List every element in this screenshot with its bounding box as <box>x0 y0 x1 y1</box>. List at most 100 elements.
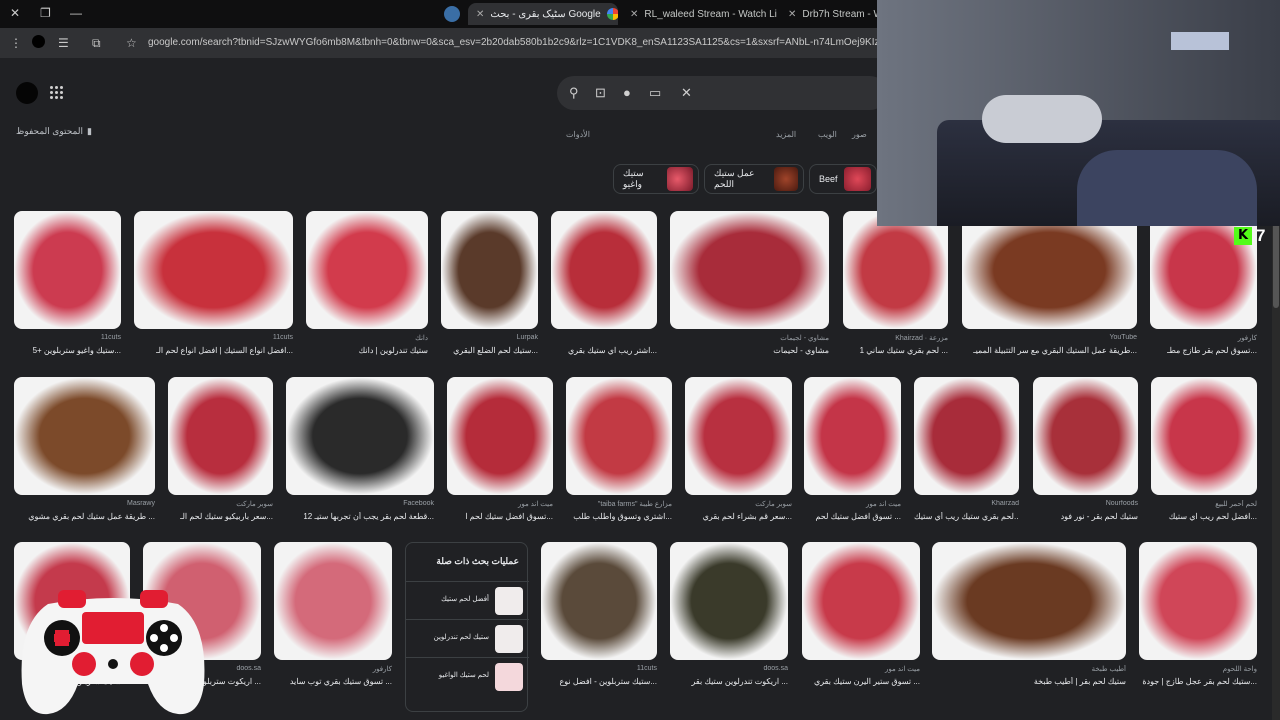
image-result-caption[interactable]: طريقة عمل ستيك لحم بقري مشوي ... <box>14 512 155 521</box>
image-result-thumbnail[interactable] <box>1139 542 1257 660</box>
image-result-source[interactable]: Khairzad <box>914 500 1019 507</box>
image-result-source[interactable]: Masrawy <box>14 500 155 507</box>
search-icon[interactable]: ⚲ <box>569 85 579 101</box>
image-result-source[interactable]: كارفور <box>274 665 392 673</box>
image-result-caption[interactable]: ستيك لحم بقر - نور فود <box>1033 512 1138 521</box>
image-result-caption[interactable]: سعر باربيكيو ستيك لحم الـ... <box>168 512 273 521</box>
image-result-source[interactable]: سوبر ماركت <box>168 500 273 508</box>
image-result-thumbnail[interactable] <box>914 377 1019 495</box>
image-result-caption[interactable]: سعر قم بشراء لحم بقري... <box>685 512 792 521</box>
filter-more[interactable]: المزيد <box>776 130 796 139</box>
image-result-caption[interactable]: مشاوي - لحيمات <box>670 346 829 355</box>
image-result-thumbnail[interactable] <box>286 377 434 495</box>
image-result-caption[interactable]: لحم بقري ستيك ساني 1 ... <box>843 346 948 355</box>
image-result-thumbnail[interactable] <box>962 211 1137 329</box>
filter-web[interactable]: الويب <box>818 130 837 139</box>
minimize-window-icon[interactable]: — <box>70 6 82 20</box>
image-result-caption[interactable]: 12 قطعة لحم بقر يجب أن تجربها ستيـ... <box>286 512 434 521</box>
related-search-item[interactable]: ستيك لحم تندرلوين <box>406 619 529 657</box>
image-result-source[interactable]: YouTube <box>962 334 1137 341</box>
image-result-caption[interactable]: تسوق ستير اليرن ستيك بقري ... <box>802 677 920 686</box>
tab-search-button[interactable] <box>444 6 460 22</box>
filter-images[interactable]: صور <box>852 130 867 139</box>
chip-wagyu-steak[interactable]: ستيك واغيو <box>613 164 699 194</box>
account-avatar[interactable] <box>16 82 38 104</box>
image-result-caption[interactable]: اريكوت تندرلوين ستيك بقر ... <box>670 677 788 686</box>
image-result-thumbnail[interactable] <box>14 211 121 329</box>
image-result-caption[interactable]: ستيك لحم الضلع البقري... <box>441 346 538 355</box>
tab-close-icon[interactable]: ✕ <box>630 9 638 20</box>
menu-dots-icon[interactable]: ⋮ <box>10 36 22 50</box>
image-result-source[interactable]: ميت اند مور <box>802 665 920 673</box>
filter-tools[interactable]: الأدوات <box>566 130 590 139</box>
image-result-caption[interactable]: طريقة عمل الستيك البقري مع سر التتبيلة ا… <box>962 346 1137 355</box>
restore-window-icon[interactable]: ❐ <box>40 6 51 20</box>
tab-drb7h-stream[interactable]: ✕ Drb7h Stream - Watc <box>780 3 880 25</box>
image-result-source[interactable]: 11cuts <box>134 334 293 341</box>
image-result-thumbnail[interactable] <box>274 542 392 660</box>
chip-make-steak[interactable]: عمل ستيك اللحم <box>704 164 804 194</box>
search-box[interactable]: ⚲ ⊡ ● ▭ ✕ <box>557 76 887 110</box>
image-result-source[interactable]: Khairzad · مزرعة <box>843 334 948 342</box>
image-result-thumbnail[interactable] <box>441 211 538 329</box>
tab-close-icon[interactable]: ✕ <box>476 9 484 20</box>
image-result-source[interactable]: ميت اند مور <box>447 500 553 508</box>
image-result-thumbnail[interactable] <box>685 377 792 495</box>
image-result-thumbnail[interactable] <box>843 211 948 329</box>
bookmark-star-icon[interactable]: ☆ <box>126 36 137 50</box>
image-result-caption[interactable]: اشتري وتسوق واطلب طلب... <box>566 512 672 521</box>
related-search-item[interactable]: لحم ستيك الواغيو <box>406 657 529 695</box>
tab-google-search[interactable]: ✕ سٹیک بقری - بحث Google <box>468 3 618 25</box>
image-result-source[interactable]: 11cuts <box>14 334 121 341</box>
image-result-caption[interactable]: ستيك تندرلوين | دانك <box>306 346 428 355</box>
image-result-caption[interactable]: افضل لحم ريب اي ستيك... <box>1151 512 1257 521</box>
image-result-thumbnail[interactable] <box>14 377 155 495</box>
tab-search-icon[interactable]: ☰ <box>58 36 69 50</box>
image-result-source[interactable]: سوبر ماركت <box>685 500 792 508</box>
image-result-caption[interactable]: تسوق لحم بقر طازج مطـ... <box>1150 346 1257 355</box>
image-result-thumbnail[interactable] <box>541 542 657 660</box>
image-result-caption[interactable]: اشتر ريب اي ستيك بقري... <box>551 346 657 355</box>
image-result-caption[interactable]: تسوق افضل ستيك لحم ا... <box>447 512 553 521</box>
image-result-source[interactable]: لحم أحمر للبيع <box>1151 500 1257 508</box>
clear-icon[interactable]: ✕ <box>681 85 692 101</box>
image-result-thumbnail[interactable] <box>134 211 293 329</box>
image-result-source[interactable]: دانك <box>306 334 428 342</box>
google-apps-icon[interactable] <box>50 86 63 99</box>
image-result-thumbnail[interactable] <box>566 377 672 495</box>
image-result-source[interactable]: Lurpak <box>441 334 538 341</box>
image-result-thumbnail[interactable] <box>168 377 273 495</box>
image-result-source[interactable]: "taiba farms" مزارع طيبة <box>566 500 672 508</box>
image-result-thumbnail[interactable] <box>670 211 829 329</box>
image-result-source[interactable]: ميت اند مور <box>804 500 901 508</box>
keyboard-icon[interactable]: ▭ <box>649 85 661 101</box>
image-result-source[interactable]: Facebook <box>286 500 434 507</box>
lens-icon[interactable]: ⊡ <box>595 85 606 101</box>
tab-close-icon[interactable]: ✕ <box>788 9 796 20</box>
related-search-item[interactable]: أفضل لحم ستيك <box>406 581 529 619</box>
image-result-thumbnail[interactable] <box>447 377 553 495</box>
image-result-thumbnail[interactable] <box>802 542 920 660</box>
image-result-caption[interactable]: تسوق ستيك بقري توب سايد ... <box>274 677 392 686</box>
image-result-source[interactable]: واحة اللحوم <box>1139 665 1257 673</box>
image-result-source[interactable]: مشاوي - لجيمات <box>670 334 829 342</box>
profile-avatar[interactable] <box>32 35 45 48</box>
image-result-thumbnail[interactable] <box>551 211 657 329</box>
image-result-source[interactable]: كارفور <box>1150 334 1257 342</box>
microphone-icon[interactable]: ● <box>623 85 631 100</box>
image-result-caption[interactable]: ستيك واغيو ستربلوين +5... <box>14 346 121 355</box>
saved-content-link[interactable]: المحتوى المحفوظ ▮ <box>16 126 92 137</box>
image-result-source[interactable]: 11cuts <box>541 665 657 672</box>
chip-beef[interactable]: Beef <box>809 164 877 194</box>
image-result-caption[interactable]: افضل انواع الستيك | افضل انواع لحم الـ..… <box>134 346 293 355</box>
image-result-thumbnail[interactable] <box>306 211 428 329</box>
image-result-thumbnail[interactable] <box>670 542 788 660</box>
image-result-caption[interactable]: تسوق افضل ستيك لحم ... <box>804 512 901 521</box>
image-result-thumbnail[interactable] <box>804 377 901 495</box>
image-result-thumbnail[interactable] <box>1033 377 1138 495</box>
image-result-caption[interactable]: ستيك لحم بقر عجل طازج | جودة... <box>1139 677 1257 686</box>
image-result-caption[interactable]: ستيك لحم بقر | أطيب طبخة <box>932 677 1126 686</box>
url-field[interactable]: google.com/search?tbnid=SJzwWYGfo6mb8M&t… <box>148 37 878 48</box>
image-result-thumbnail[interactable] <box>932 542 1126 660</box>
image-result-caption[interactable]: لحم بقري ستيك ريب أي ستيك... <box>914 512 1019 521</box>
